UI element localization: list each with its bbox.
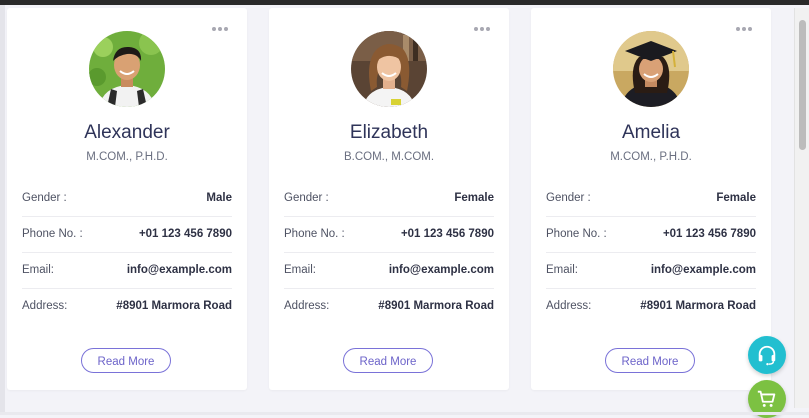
field-value: #8901 Marmora Road <box>640 300 756 312</box>
student-name: Elizabeth <box>349 122 429 143</box>
field-label: Gender : <box>284 192 329 204</box>
read-more-button[interactable]: Read More <box>343 348 433 373</box>
avatar <box>351 31 427 107</box>
student-degree: M.COM., P.H.D. <box>610 151 692 163</box>
field-value: +01 123 456 7890 <box>138 228 232 240</box>
student-card-amelia: Amelia M.COM., P.H.D. Gender : Female Ph… <box>531 8 771 390</box>
email-row: Email: info@example.com <box>22 252 232 289</box>
address-row: Address: #8901 Marmora Road <box>22 288 232 324</box>
headset-icon <box>758 345 776 366</box>
more-options-icon[interactable] <box>736 27 752 31</box>
address-row: Address: #8901 Marmora Road <box>546 288 756 324</box>
field-value: #8901 Marmora Road <box>378 300 494 312</box>
field-label: Email: <box>546 264 578 276</box>
phone-row: Phone No. : +01 123 456 7890 <box>284 216 494 253</box>
male-student-photo <box>89 31 165 107</box>
field-label: Phone No. : <box>546 228 607 240</box>
email-row: Email: info@example.com <box>546 252 756 289</box>
gender-row: Gender : Female <box>546 180 756 217</box>
window-left-edge <box>0 5 5 415</box>
avatar <box>613 31 689 107</box>
student-degree: B.COM., M.COM. <box>343 151 435 163</box>
field-value: info@example.com <box>126 264 232 276</box>
read-more-button[interactable]: Read More <box>605 348 695 373</box>
field-label: Gender : <box>546 192 591 204</box>
email-row: Email: info@example.com <box>284 252 494 289</box>
field-value: +01 123 456 7890 <box>400 228 494 240</box>
field-value: Female <box>716 192 756 204</box>
field-label: Phone No. : <box>284 228 345 240</box>
field-value: +01 123 456 7890 <box>662 228 756 240</box>
scrollbar-thumb[interactable] <box>799 20 806 150</box>
more-options-icon[interactable] <box>474 27 490 31</box>
field-label: Email: <box>22 264 54 276</box>
field-label: Phone No. : <box>22 228 83 240</box>
more-options-icon[interactable] <box>212 27 228 31</box>
scrollbar[interactable] <box>794 8 809 408</box>
window-top-bar <box>0 0 809 5</box>
avatar <box>89 31 165 107</box>
field-value: info@example.com <box>388 264 494 276</box>
phone-row: Phone No. : +01 123 456 7890 <box>546 216 756 253</box>
gender-row: Gender : Female <box>284 180 494 217</box>
phone-row: Phone No. : +01 123 456 7890 <box>22 216 232 253</box>
student-card-alexander: Alexander M.COM., P.H.D. Gender : Male P… <box>7 8 247 390</box>
support-button[interactable] <box>748 336 786 374</box>
gender-row: Gender : Male <box>22 180 232 217</box>
field-value: Male <box>206 192 232 204</box>
student-degree: M.COM., P.H.D. <box>86 151 168 163</box>
student-name: Amelia <box>621 122 681 143</box>
field-label: Address: <box>22 300 68 312</box>
field-value: Female <box>454 192 494 204</box>
read-more-button[interactable]: Read More <box>81 348 171 373</box>
student-card-elizabeth: Elizabeth B.COM., M.COM. Gender : Female… <box>269 8 509 390</box>
field-label: Address: <box>284 300 330 312</box>
field-label: Email: <box>284 264 316 276</box>
field-label: Gender : <box>22 192 67 204</box>
graduate-photo <box>613 31 689 107</box>
address-row: Address: #8901 Marmora Road <box>284 288 494 324</box>
field-value: info@example.com <box>650 264 756 276</box>
field-value: #8901 Marmora Road <box>116 300 232 312</box>
field-label: Address: <box>546 300 592 312</box>
female-student-photo <box>351 31 427 107</box>
cart-icon <box>757 390 776 407</box>
student-name: Alexander <box>84 122 170 143</box>
